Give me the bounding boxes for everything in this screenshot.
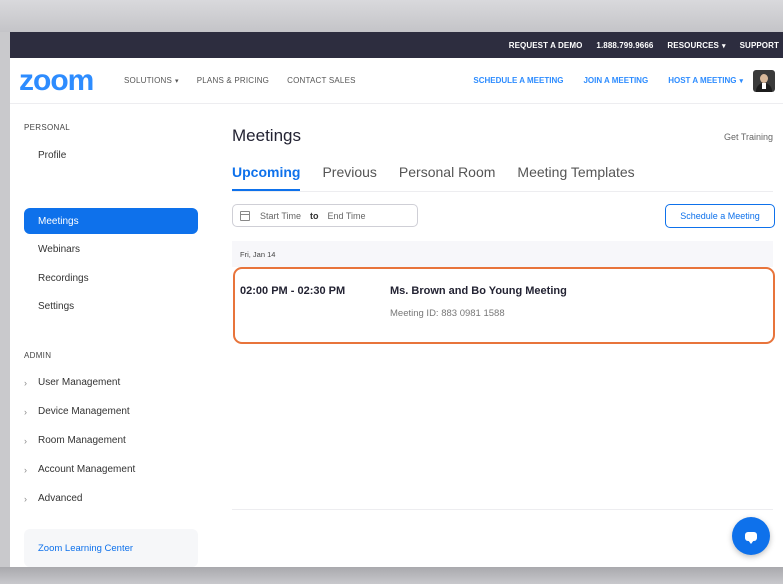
chevron-right-icon: › [24,493,27,504]
chevron-right-icon: › [24,377,27,388]
sidebar-item-room-management[interactable]: › Room Management [24,435,126,446]
nav-left-links: SOLUTIONS ▾ PLANS & PRICING CONTACT SALES [114,76,356,85]
sidebar-item-webinars[interactable]: Webinars [24,236,198,262]
sidebar-item-meetings[interactable]: Meetings [24,208,198,234]
tabs-divider [232,191,773,192]
avatar-collar [762,82,766,89]
meeting-tabs: Upcoming Previous Personal Room Meeting … [232,164,657,191]
main-navbar: zoom SOLUTIONS ▾ PLANS & PRICING CONTACT … [10,58,783,104]
top-utility-bar: REQUEST A DEMO 1.888.799.9666 RESOURCES ▾… [10,32,783,58]
caret-down-icon: ▾ [175,78,179,85]
screen-top-border [0,0,783,32]
list-bottom-divider [232,509,773,510]
schedule-meeting-link[interactable]: SCHEDULE A MEETING [473,76,563,85]
sidebar-item-label: Account Management [38,464,136,475]
admin-section-label: ADMIN [24,351,52,360]
nav-right-links: SCHEDULE A MEETING JOIN A MEETING HOST A… [453,69,783,92]
sidebar-item-label: Advanced [38,493,83,504]
host-meeting-menu[interactable]: HOST A MEETING ▾ [668,76,743,85]
caret-down-icon: ▾ [739,78,743,85]
personal-section-label: PERSONAL [24,123,70,132]
sidebar-item-label: Device Management [38,406,130,417]
sidebar-item-settings[interactable]: Settings [24,293,198,319]
date-range-separator: to [310,210,319,221]
schedule-meeting-button[interactable]: Schedule a Meeting [665,204,775,228]
page-title: Meetings [232,126,301,145]
support-link[interactable]: SUPPORT [740,41,779,50]
date-group-header: Fri, Jan 14 [232,241,773,267]
host-meeting-label: HOST A MEETING [668,76,737,85]
date-range-picker[interactable]: Start Time to End Time [232,204,418,227]
sidebar-item-label: Room Management [38,435,126,446]
resources-menu[interactable]: RESOURCES ▾ [667,41,725,50]
sidebar: PERSONAL Profile Meetings Webinars Recor… [10,104,210,567]
meeting-list-item[interactable]: 02:00 PM - 02:30 PM Ms. Brown and Bo You… [232,267,773,342]
resources-label: RESOURCES [667,40,719,50]
end-time-field[interactable]: End Time [328,211,366,221]
contact-sales-link[interactable]: CONTACT SALES [287,76,356,85]
tab-meeting-templates[interactable]: Meeting Templates [517,164,634,189]
sidebar-item-account-management[interactable]: › Account Management [24,464,135,475]
join-meeting-link[interactable]: JOIN A MEETING [583,76,648,85]
start-time-field[interactable]: Start Time [260,211,301,221]
get-training-link[interactable]: Get Training [724,132,773,142]
sidebar-item-user-management[interactable]: › User Management [24,377,120,388]
caret-down-icon: ▾ [722,42,726,50]
chevron-right-icon: › [24,464,27,475]
avatar-head [760,73,768,83]
tab-personal-room[interactable]: Personal Room [399,164,496,189]
request-demo-link[interactable]: REQUEST A DEMO [509,41,583,50]
meetings-main: Meetings Get Training Upcoming Previous … [232,104,783,567]
sidebar-item-profile[interactable]: Profile [24,142,198,168]
sidebar-item-advanced[interactable]: › Advanced [24,493,82,504]
sidebar-item-device-management[interactable]: › Device Management [24,406,130,417]
chat-bubble-icon [745,531,757,544]
chat-support-button[interactable] [732,517,770,555]
meeting-time: 02:00 PM - 02:30 PM [240,285,346,297]
tab-upcoming[interactable]: Upcoming [232,164,301,191]
chevron-right-icon: › [24,435,27,446]
phone-number-link[interactable]: 1.888.799.9666 [596,41,653,50]
zoom-logo[interactable]: zoom [19,65,114,96]
solutions-menu[interactable]: SOLUTIONS ▾ [124,76,179,85]
plans-pricing-link[interactable]: PLANS & PRICING [197,76,269,85]
zoom-web-app: REQUEST A DEMO 1.888.799.9666 RESOURCES ▾… [10,32,783,567]
solutions-label: SOLUTIONS [124,76,173,85]
tab-previous[interactable]: Previous [322,164,376,189]
screen-bottom-border [0,567,783,584]
user-avatar[interactable] [753,69,775,92]
meeting-title-link[interactable]: Ms. Brown and Bo Young Meeting [390,285,567,297]
meeting-id: Meeting ID: 883 0981 1588 [390,308,505,319]
chevron-right-icon: › [24,406,27,417]
learning-center-link[interactable]: Zoom Learning Center [24,529,198,567]
sidebar-item-label: User Management [38,377,121,388]
calendar-icon [240,210,250,221]
sidebar-item-recordings[interactable]: Recordings [24,265,198,291]
